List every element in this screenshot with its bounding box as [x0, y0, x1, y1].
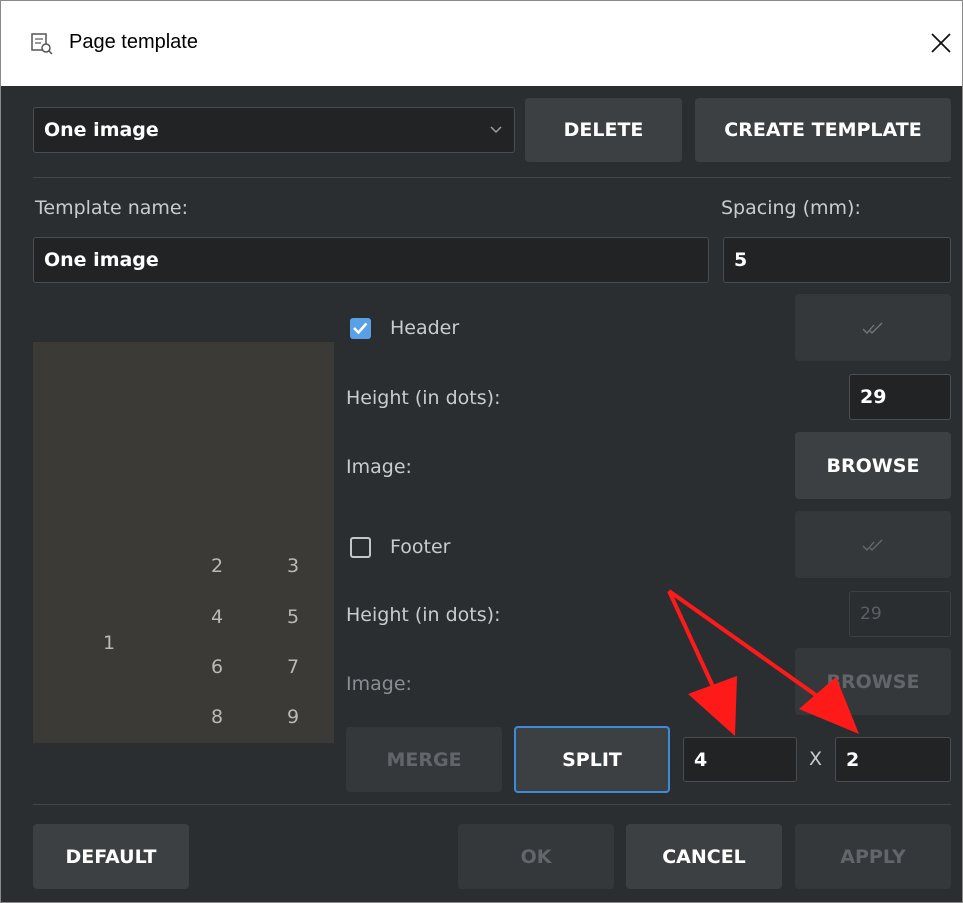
preview-cell: 4 [210, 606, 224, 628]
cancel-button[interactable]: CANCEL [626, 824, 782, 889]
annotation-arrow-line [667, 590, 717, 692]
divider-bottom [33, 804, 951, 805]
footer-height-input[interactable]: 29 [849, 591, 951, 637]
preview-cell: 8 [210, 706, 224, 728]
preview-cell: 3 [286, 555, 300, 577]
page-template-icon [31, 33, 53, 55]
rows-cols-separator: X [809, 748, 823, 770]
template-select[interactable]: One image [33, 107, 515, 153]
create-template-button[interactable]: CREATE TEMPLATE [695, 98, 951, 162]
preview-cell: 6 [210, 656, 224, 678]
cols-input[interactable]: 2 [835, 737, 951, 782]
template-select-value: One image [44, 119, 159, 141]
template-name-input[interactable]: One image [33, 237, 709, 283]
ok-button[interactable]: OK [458, 824, 614, 889]
header-height-input[interactable]: 29 [849, 374, 951, 420]
divider-top [33, 177, 951, 178]
header-image-label: Image: [346, 456, 412, 478]
footer-image-label: Image: [346, 673, 412, 695]
preview-cell: 5 [286, 606, 300, 628]
footer-checkbox[interactable] [350, 537, 371, 558]
checkmark-icon [353, 322, 368, 335]
chevron-down-icon [490, 126, 502, 134]
delete-button[interactable]: DELETE [525, 98, 682, 162]
default-button[interactable]: DEFAULT [33, 824, 189, 889]
header-browse-button[interactable]: BROWSE [795, 432, 951, 499]
spacing-input[interactable]: 5 [723, 237, 951, 283]
preview-cell: 9 [286, 706, 300, 728]
close-icon[interactable] [923, 25, 959, 61]
header-height-label: Height (in dots): [346, 387, 501, 409]
footer-browse-button[interactable]: BROWSE [795, 648, 951, 715]
header-color-button[interactable] [795, 294, 951, 361]
header-label[interactable]: Header [390, 317, 459, 339]
preview-cell: 1 [102, 632, 116, 654]
spacing-label: Spacing (mm): [721, 197, 861, 219]
apply-button[interactable]: APPLY [795, 824, 951, 889]
merge-button[interactable]: MERGE [346, 727, 502, 792]
preview-cell: 7 [286, 656, 300, 678]
rows-input[interactable]: 4 [683, 737, 797, 782]
template-name-label: Template name: [35, 197, 189, 219]
annotation-arrowhead [688, 676, 737, 736]
double-check-icon [862, 539, 883, 551]
double-check-icon [862, 322, 883, 334]
split-button[interactable]: SPLIT [514, 726, 670, 793]
header-checkbox[interactable] [350, 318, 371, 339]
title-bar: Page template [1, 1, 962, 86]
footer-label[interactable]: Footer [390, 536, 450, 558]
layout-preview[interactable]: 1 2 3 4 5 6 7 8 9 [33, 342, 334, 743]
dialog-title: Page template [69, 31, 198, 53]
footer-color-button[interactable] [795, 511, 951, 578]
page-template-dialog: Page template One image DELETE CREATE TE… [0, 0, 963, 903]
footer-height-label: Height (in dots): [346, 604, 501, 626]
preview-cell: 2 [210, 555, 224, 577]
